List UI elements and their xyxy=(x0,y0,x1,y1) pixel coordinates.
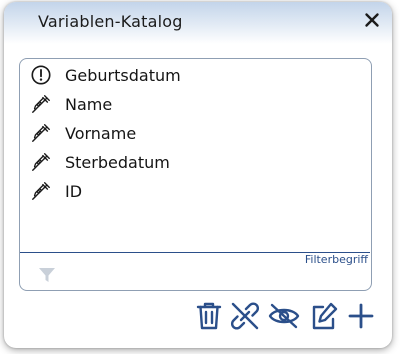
list-item-label: Name xyxy=(65,94,113,114)
list-item-id[interactable]: ID xyxy=(30,178,82,204)
filter-box: Filterbegriff xyxy=(20,252,370,290)
action-toolbar xyxy=(194,300,384,334)
syringe-icon xyxy=(32,124,50,142)
edit-icon[interactable] xyxy=(309,300,339,332)
plus-icon[interactable] xyxy=(346,300,376,332)
list-item-label: ID xyxy=(65,181,83,201)
unlink-icon[interactable] xyxy=(230,300,260,332)
list-item-sterbedatum[interactable]: Sterbedatum xyxy=(30,149,170,175)
list-item-label: Geburtsdatum xyxy=(65,65,181,85)
dialog-titlebar: Variablen-Katalog xyxy=(4,2,392,44)
list-item-label: Sterbedatum xyxy=(65,152,170,172)
syringe-icon xyxy=(32,153,50,171)
funnel-icon xyxy=(39,268,55,282)
exclamation-circle-icon xyxy=(31,65,51,85)
list-item-label: Vorname xyxy=(65,123,137,143)
trash-icon[interactable] xyxy=(194,300,224,332)
syringe-icon xyxy=(32,182,50,200)
eye-slash-icon[interactable] xyxy=(267,300,301,332)
list-item-name[interactable]: Name xyxy=(30,91,112,117)
dialog-title: Variablen-Katalog xyxy=(38,12,183,31)
list-item-geburtsdatum[interactable]: Geburtsdatum xyxy=(30,62,181,88)
list-item-vorname[interactable]: Vorname xyxy=(30,120,136,146)
filter-input[interactable] xyxy=(64,265,358,287)
variable-list: Geburtsdatum Name Vorname Sterbedatum ID… xyxy=(19,58,372,291)
syringe-icon xyxy=(32,95,50,113)
close-icon[interactable] xyxy=(360,8,384,32)
variablen-katalog-dialog: Variablen-Katalog Geburtsdatum Name Vorn… xyxy=(4,2,392,348)
